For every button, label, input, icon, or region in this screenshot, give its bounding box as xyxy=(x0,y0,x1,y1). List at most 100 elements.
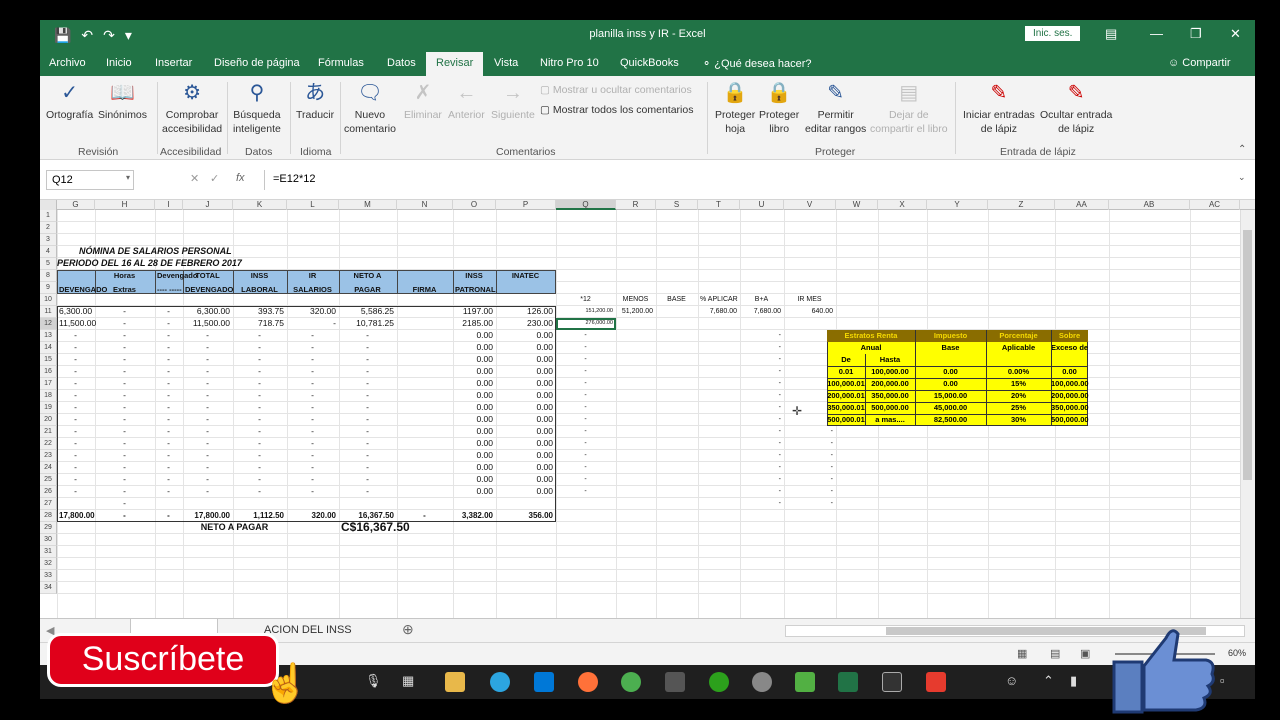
tell-me-search[interactable]: ⚬ ¿Qué desea hacer? xyxy=(702,57,812,70)
cell-dash[interactable]: - xyxy=(57,414,95,426)
cell-zero[interactable]: 0.00 xyxy=(496,390,556,402)
header-i-bottom[interactable]: ---- ----- xyxy=(155,284,183,296)
cell-dash[interactable]: - xyxy=(183,354,233,366)
ribbon-display-icon[interactable]: ▤ xyxy=(1105,26,1117,42)
cell-dash[interactable]: - xyxy=(339,474,397,486)
vertical-scrollbar-thumb[interactable] xyxy=(1243,230,1252,480)
cell-dash[interactable]: - xyxy=(183,438,233,450)
cell-dash[interactable]: - xyxy=(287,474,339,486)
cell-dash[interactable]: - xyxy=(339,402,397,414)
cell-dash[interactable]: - xyxy=(556,474,616,486)
cell-dash[interactable]: - xyxy=(339,438,397,450)
row-header-3[interactable]: 3 xyxy=(40,234,57,246)
tab-archivo[interactable]: Archivo xyxy=(49,57,86,69)
cell-dash[interactable]: - xyxy=(155,486,183,498)
cell-dash[interactable]: - xyxy=(183,330,233,342)
cell-dash[interactable]: - xyxy=(183,474,233,486)
cell-dash[interactable]: - xyxy=(339,366,397,378)
cell-dash[interactable]: - xyxy=(95,414,155,426)
share-button[interactable]: ☺ Compartir xyxy=(1168,57,1231,69)
cell-zero[interactable]: 0.00 xyxy=(496,438,556,450)
cell-dash[interactable]: - xyxy=(556,438,616,450)
cell-dash[interactable]: - xyxy=(233,390,287,402)
sign-in-button[interactable]: Inic. ses. xyxy=(1025,26,1081,41)
cell-dash[interactable]: - xyxy=(556,402,616,414)
row-header-33[interactable]: 33 xyxy=(40,570,57,582)
cell-zero[interactable]: 0.00 xyxy=(453,390,496,402)
row-header-12[interactable]: 12 xyxy=(40,318,57,330)
cell-dash[interactable]: - xyxy=(95,402,155,414)
allow-edit-ranges-button[interactable]: ✎ Permitir editar rangos xyxy=(805,80,866,136)
cell-q11[interactable]: 151,200.00 xyxy=(556,306,616,318)
cell-dash[interactable]: - xyxy=(57,462,95,474)
row-header-32[interactable]: 32 xyxy=(40,558,57,570)
cell-dash[interactable]: - xyxy=(233,438,287,450)
cell-dash[interactable]: - xyxy=(556,378,616,390)
firefox-icon[interactable] xyxy=(578,672,598,692)
cell-zero[interactable]: 0.00 xyxy=(453,378,496,390)
cell-dash[interactable]: - xyxy=(57,342,95,354)
cell-dash[interactable]: - xyxy=(740,438,784,450)
header-h-bottom[interactable]: Extras xyxy=(95,284,155,296)
row-header-8[interactable]: 8 xyxy=(40,270,57,282)
cell-dash[interactable]: - xyxy=(339,378,397,390)
cell-dash[interactable]: - xyxy=(740,498,784,510)
cell-zero[interactable]: 0.00 xyxy=(453,414,496,426)
cell-dash[interactable]: - xyxy=(287,366,339,378)
cell-dash[interactable]: - xyxy=(155,330,183,342)
cell-dash[interactable]: - xyxy=(740,414,784,426)
next-comment-button[interactable]: → Siguiente xyxy=(491,80,535,122)
column-header-i[interactable]: I xyxy=(155,200,183,210)
cell-zero[interactable]: 0.00 xyxy=(496,342,556,354)
cell-dash[interactable]: - xyxy=(57,378,95,390)
cell-dash[interactable]: - xyxy=(183,486,233,498)
cell-dash[interactable]: - xyxy=(784,486,836,498)
row-header-34[interactable]: 34 xyxy=(40,582,57,594)
cell-dash[interactable]: - xyxy=(183,342,233,354)
header-m-bottom[interactable]: PAGAR xyxy=(339,284,397,296)
cell-t11[interactable]: 7,680.00 xyxy=(698,306,740,318)
cell-zero[interactable]: 0.00 xyxy=(453,438,496,450)
show-all-comments-button[interactable]: ▢ Mostrar todos los comentarios xyxy=(540,104,693,116)
selected-cell-q12[interactable] xyxy=(556,318,616,330)
cell-dash[interactable]: - xyxy=(155,474,183,486)
select-all-corner[interactable] xyxy=(40,200,57,210)
header-j-top[interactable]: TOTAL xyxy=(183,270,233,282)
cell-dash[interactable]: - xyxy=(95,390,155,402)
cell-dash[interactable]: - xyxy=(57,438,95,450)
cell-dash[interactable]: - xyxy=(183,426,233,438)
total-k[interactable]: 1,112.50 xyxy=(233,510,287,522)
cell-dash[interactable]: - xyxy=(784,474,836,486)
new-comment-button[interactable]: 🗨 Nuevo comentario xyxy=(344,80,396,136)
header-o-bottom[interactable]: PATRONAL xyxy=(453,284,496,296)
cell-k12[interactable]: 718.75 xyxy=(233,318,287,330)
row-header-31[interactable]: 31 xyxy=(40,546,57,558)
cell-dash[interactable]: - xyxy=(339,462,397,474)
cell-dash[interactable]: - xyxy=(556,342,616,354)
total-i[interactable]: - xyxy=(155,510,183,522)
cell-zero[interactable]: 0.00 xyxy=(453,474,496,486)
photos-icon[interactable] xyxy=(882,672,902,692)
spelling-button[interactable]: ✓ Ortografía xyxy=(46,80,93,122)
cell-dash[interactable]: - xyxy=(740,330,784,342)
cell-dash[interactable]: - xyxy=(287,378,339,390)
cell-zero[interactable]: 0.00 xyxy=(496,426,556,438)
start-inking-button[interactable]: ✎ Iniciar entradas de lápiz xyxy=(963,80,1035,136)
row-header-25[interactable]: 25 xyxy=(40,474,57,486)
row-header-27[interactable]: 27 xyxy=(40,498,57,510)
row-header-2[interactable]: 2 xyxy=(40,222,57,234)
cell-dash[interactable]: - xyxy=(287,426,339,438)
row-header-26[interactable]: 26 xyxy=(40,486,57,498)
cell-dash[interactable]: - xyxy=(740,486,784,498)
header-l-top[interactable]: IR xyxy=(287,270,339,282)
row-header-10[interactable]: 10 xyxy=(40,294,57,306)
cell-dash[interactable]: - xyxy=(155,378,183,390)
total-h[interactable]: - xyxy=(95,510,155,522)
cell-o11[interactable]: 1197.00 xyxy=(453,306,496,318)
cell-dash[interactable]: - xyxy=(556,450,616,462)
subscribe-overlay[interactable]: Suscríbete xyxy=(47,633,279,687)
cell-g11[interactable]: 6,300.00 xyxy=(57,306,95,318)
cell-dash[interactable]: - xyxy=(57,390,95,402)
column-header-n[interactable]: N xyxy=(397,200,453,210)
cell-dash[interactable]: - xyxy=(287,354,339,366)
